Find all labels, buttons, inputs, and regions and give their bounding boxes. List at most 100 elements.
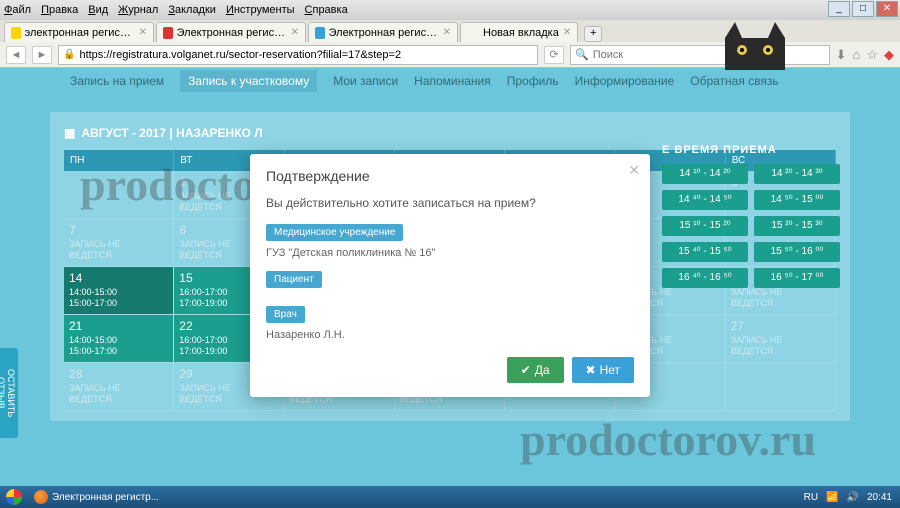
time-slot-6[interactable]: 15 ⁴⁰ - 15 ⁵⁰: [662, 242, 748, 262]
browser-tab-0[interactable]: электронная регистратура ... ✕: [4, 22, 154, 42]
day-number: 21: [69, 319, 168, 333]
time-column: Е ВРЕМЯ ПРИЕМА 14 ¹⁰ - 14 ²⁰14 ²⁰ - 14 ³…: [662, 144, 852, 288]
modal-close-button[interactable]: ✕: [628, 162, 640, 179]
favicon: [163, 27, 173, 39]
x-icon: ✖: [586, 363, 596, 377]
cell-line: 14:00-15:00: [69, 335, 168, 346]
new-tab-button[interactable]: +: [584, 26, 602, 42]
label-institution: Медицинское учреждение: [266, 224, 403, 241]
menu-Закладки[interactable]: Закладки: [168, 4, 216, 16]
cell-line: ВЕДЕТСЯ: [69, 394, 168, 405]
nav-4[interactable]: Профиль: [507, 74, 559, 88]
calendar-icon: [64, 126, 75, 140]
menu-Журнал[interactable]: Журнал: [118, 4, 158, 16]
lock-icon: 🔒: [63, 49, 75, 60]
search-icon: 🔍: [575, 48, 589, 61]
browser-tab-3[interactable]: Новая вкладка ✕: [460, 22, 578, 42]
calendar-cell-27: 27 ЗАПИСЬ НЕ ВЕДЕТСЯ: [726, 315, 836, 363]
time-slot-8[interactable]: 16 ⁴⁰ - 16 ⁵⁰: [662, 268, 748, 288]
confirm-modal: ✕ Подтверждение Вы действительно хотите …: [250, 154, 650, 397]
time-slot-1[interactable]: 14 ²⁰ - 14 ³⁰: [754, 164, 840, 184]
cat-decoration: [720, 20, 790, 70]
window-maximize-button[interactable]: □: [852, 1, 874, 17]
site-nav: Запись на прием Запись к участковому Мои з…: [0, 68, 900, 94]
tab-close-icon[interactable]: ✕: [139, 27, 147, 38]
nav-6[interactable]: Обратная связь: [690, 74, 778, 88]
cell-line: ВЕДЕТСЯ: [69, 250, 168, 261]
browser-tab-1[interactable]: Электронная регистратура... ✕: [156, 22, 306, 42]
menu-Справка[interactable]: Справка: [305, 4, 348, 16]
value-doctor: Назаренко Л.Н.: [266, 329, 634, 341]
cell-line: ЗАПИСЬ НЕ: [731, 335, 830, 346]
nav-1[interactable]: Запись к участковому: [180, 70, 317, 92]
tray-clock[interactable]: 20:41: [867, 492, 892, 503]
calendar-cell-28: 28 ЗАПИСЬ НЕ ВЕДЕТСЯ: [64, 363, 174, 411]
nav-0[interactable]: Запись на прием: [70, 74, 164, 88]
time-slot-7[interactable]: 15 ⁵⁰ - 16 ⁰⁰: [754, 242, 840, 262]
calendar-cell-empty: [64, 171, 174, 219]
window-close-button[interactable]: ✕: [876, 1, 898, 17]
time-slot-4[interactable]: 15 ¹⁰ - 15 ²⁰: [662, 216, 748, 236]
forward-button[interactable]: ►: [32, 46, 52, 64]
menu-Правка[interactable]: Правка: [41, 4, 78, 16]
pocket-icon[interactable]: ◆: [884, 47, 894, 63]
time-slot-0[interactable]: 14 ¹⁰ - 14 ²⁰: [662, 164, 748, 184]
modal-question: Вы действительно хотите записаться на пр…: [266, 196, 634, 210]
windows-icon: [6, 489, 22, 505]
tab-close-icon[interactable]: ✕: [291, 27, 299, 38]
tray-volume-icon[interactable]: 🔊: [847, 492, 859, 503]
calendar-cell-empty: [726, 363, 836, 411]
calendar-cell-14[interactable]: 14 14:00-15:00 15:00-17:00: [64, 267, 174, 315]
nav-5[interactable]: Информирование: [575, 74, 675, 88]
menu-Вид[interactable]: Вид: [88, 4, 108, 16]
cell-line: ВЕДЕТСЯ: [731, 298, 830, 309]
time-slot-9[interactable]: 16 ⁵⁰ - 17 ⁰⁰: [754, 268, 840, 288]
tab-close-icon[interactable]: ✕: [563, 27, 571, 38]
address-bar[interactable]: 🔒: [58, 45, 538, 65]
search-bar[interactable]: 🔍: [570, 45, 830, 65]
tab-label: электронная регистратура ...: [25, 27, 135, 39]
cell-line: 15:00-17:00: [69, 298, 168, 309]
nav-3[interactable]: Напоминания: [414, 74, 491, 88]
favicon: [315, 27, 325, 39]
day-number: 28: [69, 367, 168, 381]
tab-close-icon[interactable]: ✕: [443, 27, 451, 38]
cell-line: ВЕДЕТСЯ: [731, 346, 830, 357]
panel-title: АВГУСТ - 2017 | НАЗАРЕНКО Л: [64, 126, 836, 140]
confirm-no-button[interactable]: ✖Нет: [572, 357, 635, 383]
taskbar-item-firefox[interactable]: Электронная регистр...: [28, 490, 165, 504]
time-slot-3[interactable]: 14 ⁵⁰ - 15 ⁰⁰: [754, 190, 840, 210]
menu-Инструменты[interactable]: Инструменты: [226, 4, 295, 16]
browser-tabstrip: электронная регистратура ... ✕ Электронн…: [0, 20, 900, 42]
page-content: Запись на прием Запись к участковому Мои з…: [0, 68, 900, 486]
url-input[interactable]: [79, 49, 533, 61]
label-doctor: Врач: [266, 306, 305, 323]
day-number: 27: [731, 319, 830, 333]
confirm-yes-button[interactable]: ✔Да: [507, 357, 564, 383]
download-icon[interactable]: ⬇: [836, 47, 847, 63]
back-button[interactable]: ◄: [6, 46, 26, 64]
browser-tab-2[interactable]: Электронная регистратура... ✕: [308, 22, 458, 42]
home-icon[interactable]: ⌂: [852, 47, 860, 63]
start-button[interactable]: [0, 486, 28, 508]
menu-Файл[interactable]: Файл: [4, 4, 31, 16]
tab-label: Электронная регистратура...: [177, 27, 287, 39]
tray-lang[interactable]: RU: [804, 492, 818, 503]
bookmark-icon[interactable]: ☆: [866, 47, 878, 63]
cell-line: ЗАПИСЬ НЕ: [69, 383, 168, 394]
reload-button[interactable]: ⟳: [544, 46, 564, 64]
tab-label: Электронная регистратура...: [329, 27, 439, 39]
nav-2[interactable]: Мои записи: [333, 74, 398, 88]
feedback-tab[interactable]: ОСТАВИТЬ ОТЗЫВ: [0, 348, 18, 438]
time-slot-5[interactable]: 15 ²⁰ - 15 ³⁰: [754, 216, 840, 236]
window-minimize-button[interactable]: _: [828, 1, 850, 17]
favicon: [11, 27, 21, 39]
calendar-cell-21[interactable]: 21 14:00-15:00 15:00-17:00: [64, 315, 174, 363]
tray-network-icon[interactable]: 📶: [826, 492, 838, 503]
time-slot-2[interactable]: 14 ⁴⁰ - 14 ⁵⁰: [662, 190, 748, 210]
favicon: [467, 27, 479, 39]
check-icon: ✔: [521, 363, 531, 377]
window-menu: Файл Правка Вид Журнал Закладки Инструменты Сп…: [4, 4, 358, 16]
taskbar-item-label: Электронная регистр...: [52, 492, 159, 503]
tab-label: Новая вкладка: [483, 27, 559, 39]
